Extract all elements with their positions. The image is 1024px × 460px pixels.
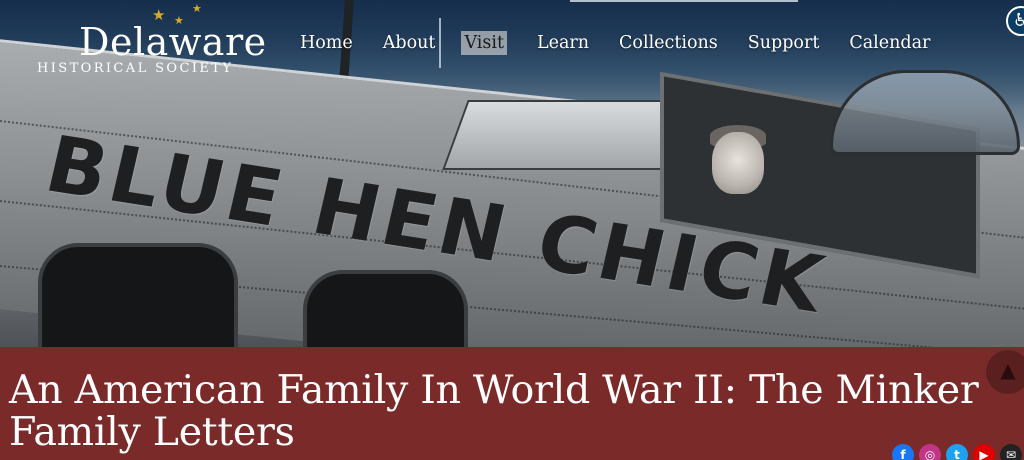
- star-icon: ★: [192, 2, 202, 15]
- nav-learn[interactable]: Learn: [537, 31, 589, 55]
- twitter-icon[interactable]: t: [946, 444, 968, 460]
- nav-visit[interactable]: Visit: [461, 31, 507, 55]
- nav-divider: [439, 18, 442, 68]
- nav-about[interactable]: About: [383, 31, 436, 55]
- nav-collections[interactable]: Collections: [619, 31, 718, 55]
- site-logo[interactable]: ★ ★ ★ Delaware HISTORICAL SOCIETY: [36, 2, 266, 76]
- facebook-icon[interactable]: f: [892, 444, 914, 460]
- youtube-icon[interactable]: ▶: [973, 444, 995, 460]
- top-rule: [570, 0, 798, 2]
- email-icon[interactable]: ✉: [1000, 444, 1022, 460]
- logo-name: Delaware: [79, 20, 267, 64]
- fuselage-window: [303, 270, 468, 347]
- nav-calendar[interactable]: Calendar: [849, 31, 930, 55]
- nav-home[interactable]: Home: [300, 31, 353, 55]
- logo-subtitle: HISTORICAL SOCIETY: [37, 61, 234, 76]
- page-title: An American Family In World War II: The …: [9, 367, 979, 455]
- nav-support[interactable]: Support: [748, 31, 820, 55]
- scroll-to-top-button[interactable]: ▲: [986, 350, 1024, 394]
- pilot-face: [712, 132, 764, 194]
- instagram-icon[interactable]: ◎: [919, 444, 941, 460]
- fuselage-window: [38, 243, 238, 347]
- social-links: f ◎ t ▶ ✉: [892, 444, 1024, 460]
- main-nav: Home About Visit Learn Collections Suppo…: [300, 18, 960, 68]
